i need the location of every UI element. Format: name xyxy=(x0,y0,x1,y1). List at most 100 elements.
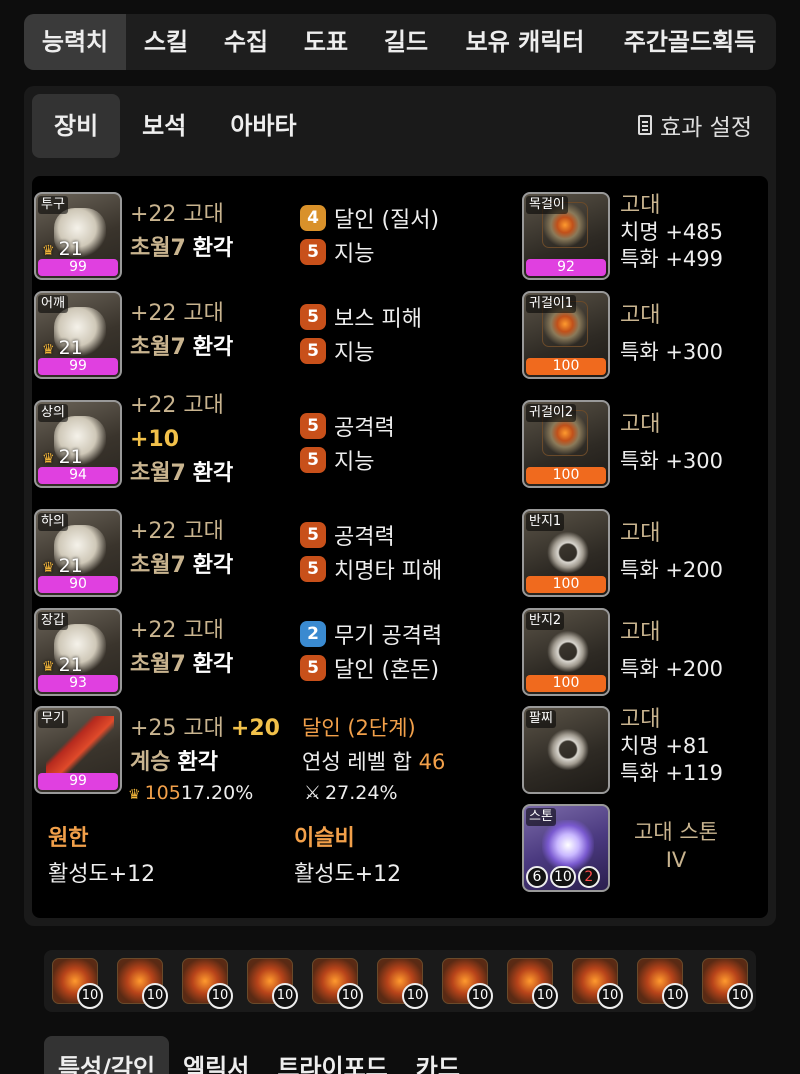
accessory-stat: 치명 +81 xyxy=(620,734,710,758)
item-weapon[interactable]: 무기 99 xyxy=(34,706,122,794)
gem-slot[interactable]: 10 xyxy=(182,958,233,1009)
gem-slot[interactable]: 10 xyxy=(507,958,558,1009)
stat-name: 달인 (혼돈) xyxy=(334,658,440,683)
stat-level-badge: 5 xyxy=(300,522,326,548)
transcend-label: 초월7 xyxy=(130,553,186,578)
stat-name: 보스 피해 xyxy=(334,307,422,332)
top-tab-bar: 능력치 스킬 수집 도표 길드 보유 캐릭터 주간골드획득 xyxy=(24,14,776,70)
item-bracelet[interactable]: 팔찌 xyxy=(522,706,610,794)
gem-strip: 10 10 10 10 10 10 10 10 10 10 10 xyxy=(44,950,756,1012)
tab-weekly-gold[interactable]: 주간골드획득 xyxy=(604,14,776,70)
transcend-label: 초월7 xyxy=(130,652,186,677)
transcend-label: 초월7 xyxy=(130,236,186,261)
gem-slot[interactable]: 10 xyxy=(637,958,688,1009)
item-earring-2[interactable]: 귀걸이2 100 xyxy=(522,400,610,488)
engrave-level: 6 xyxy=(526,866,548,888)
effect-title: 원한 xyxy=(48,826,89,851)
flame-icon: ♛ xyxy=(42,659,55,675)
tab-avatar[interactable]: 아바타 xyxy=(208,94,318,158)
refine-row: 연성 레벨 합 46 xyxy=(302,746,445,776)
accessory-info: 고대 특화 +300 xyxy=(620,298,723,370)
stat-level-badge: 5 xyxy=(300,413,326,439)
accessory-info: 고대 치명 +485 특화 +499 xyxy=(620,192,723,273)
tab-chart[interactable]: 도표 xyxy=(286,14,366,70)
accessory-info: 고대 치명 +81 특화 +119 xyxy=(620,706,723,787)
gem-level: 10 xyxy=(662,983,688,1009)
accessory-stat: 특화 +300 xyxy=(620,449,723,473)
gem-level: 10 xyxy=(597,983,623,1009)
slot-label: 하의 xyxy=(38,513,68,531)
item-grade: 고대 xyxy=(620,707,661,732)
item-helmet[interactable]: 투구 ♛ 21 99 xyxy=(34,192,122,280)
bracelet-title: 달인 (2단계) xyxy=(302,716,416,740)
tab-tripod[interactable]: 트라이포드 xyxy=(263,1036,401,1074)
item-gloves[interactable]: 장갑 ♛ 21 93 xyxy=(34,608,122,696)
effect-value: 활성도+12 xyxy=(294,862,402,887)
gem-slot[interactable]: 10 xyxy=(702,958,753,1009)
item-shoulder[interactable]: 어깨 ♛ 21 99 xyxy=(34,291,122,379)
stat-row: 5 보스 피해 xyxy=(300,301,422,333)
item-pants[interactable]: 하의 ♛ 21 90 xyxy=(34,509,122,597)
stat-name: 무기 공격력 xyxy=(334,624,443,649)
tab-skill[interactable]: 스킬 xyxy=(126,14,206,70)
gem-slot[interactable]: 10 xyxy=(442,958,493,1009)
slot-label: 반지1 xyxy=(526,513,565,531)
gem-slot[interactable]: 10 xyxy=(52,958,103,1009)
slot-label: 장갑 xyxy=(38,612,68,630)
elixir-label: 환각 xyxy=(192,652,234,677)
quality-bar: 92 xyxy=(526,259,606,276)
effect-setting-button[interactable]: 효과 설정 xyxy=(638,108,752,142)
accessory-stat: 특화 +499 xyxy=(620,247,723,271)
ring-image xyxy=(542,525,594,575)
accessory-stat: 특화 +300 xyxy=(620,340,723,364)
stat-row: 5 공격력 xyxy=(300,410,395,442)
stat-level-badge: 2 xyxy=(300,621,326,647)
gem-slot[interactable]: 10 xyxy=(247,958,298,1009)
quality-bar: 94 xyxy=(38,467,118,484)
tab-stats[interactable]: 능력치 xyxy=(24,14,126,70)
elixir-label: 환각 xyxy=(192,335,234,360)
accessory-stat: 특화 +200 xyxy=(620,657,723,681)
stat-row: 5 지능 xyxy=(300,444,374,476)
slot-label: 반지2 xyxy=(526,612,565,630)
slot-label: 상의 xyxy=(38,404,68,422)
stat-level-badge: 5 xyxy=(300,556,326,582)
transcend-level: ♛ 21 xyxy=(42,555,83,577)
item-ring-2[interactable]: 반지2 100 xyxy=(522,608,610,696)
stat-name: 공격력 xyxy=(334,525,395,550)
engrave-level: 10 xyxy=(550,866,576,888)
tab-gems[interactable]: 보석 xyxy=(120,94,208,158)
quality-bar: 100 xyxy=(526,576,606,593)
stat-level-badge: 5 xyxy=(300,304,326,330)
gem-slot[interactable]: 10 xyxy=(572,958,623,1009)
tab-card[interactable]: 카드 xyxy=(402,1036,474,1074)
gem-slot[interactable]: 10 xyxy=(377,958,428,1009)
gem-level: 10 xyxy=(467,983,493,1009)
gem-level: 10 xyxy=(207,983,233,1009)
sword-icon: ⚔ xyxy=(304,782,322,804)
stat-level-badge: 4 xyxy=(300,205,326,231)
item-chest[interactable]: 상의 ♛ 21 94 xyxy=(34,400,122,488)
stat-name: 지능 xyxy=(334,341,375,366)
item-upgrade: +22 고대 xyxy=(130,618,224,643)
advanced-honing: +20 xyxy=(230,716,280,741)
item-ring-1[interactable]: 반지1 100 xyxy=(522,509,610,597)
tab-equipment[interactable]: 장비 xyxy=(32,94,121,158)
weapon-extra: ♛ 10517.20% xyxy=(128,782,253,804)
gem-slot[interactable]: 10 xyxy=(117,958,168,1009)
tab-guild[interactable]: 길드 xyxy=(366,14,446,70)
tab-characters[interactable]: 보유 캐릭터 xyxy=(446,14,604,70)
elixir-label: 환각 xyxy=(192,553,234,578)
item-upgrade: +22 고대 xyxy=(130,519,224,544)
slot-label: 무기 xyxy=(38,710,68,728)
gem-slot[interactable]: 10 xyxy=(312,958,363,1009)
tab-collection[interactable]: 수집 xyxy=(206,14,286,70)
item-necklace[interactable]: 목걸이 92 xyxy=(522,192,610,280)
tab-elixir[interactable]: 엘릭서 xyxy=(169,1036,263,1074)
tab-engravings[interactable]: 특성/각인 xyxy=(44,1036,170,1074)
item-earring-1[interactable]: 귀걸이1 100 xyxy=(522,291,610,379)
flame-icon: ♛ xyxy=(42,560,55,576)
flame-icon: ♛ xyxy=(42,243,55,259)
stat-level-badge: 5 xyxy=(300,447,326,473)
item-ability-stone[interactable]: 스톤 6 10 2 xyxy=(522,804,610,892)
